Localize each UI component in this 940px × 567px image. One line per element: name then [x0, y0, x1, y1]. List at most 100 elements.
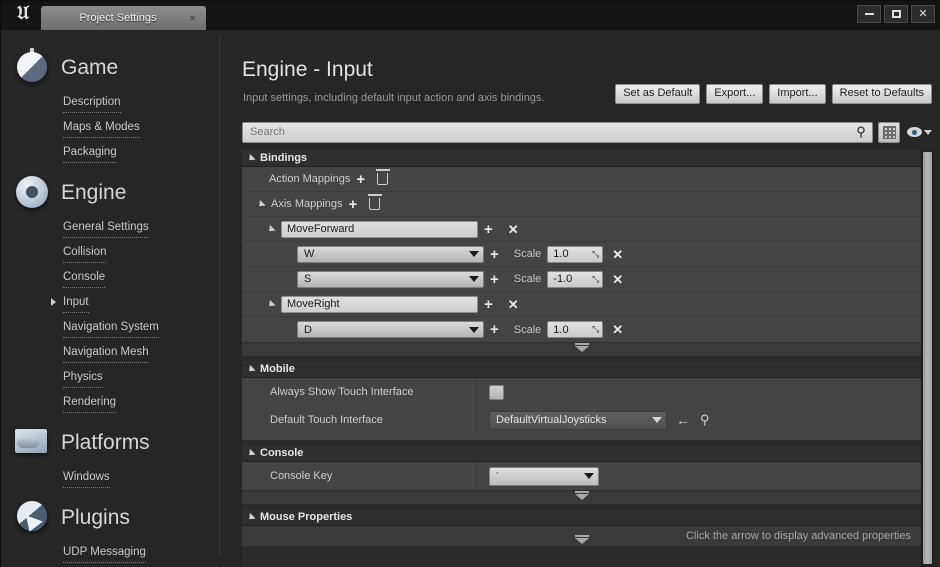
sidebar-item-udp-messaging[interactable]: UDP Messaging — [63, 543, 146, 563]
console-key-dropdown[interactable]: ` — [489, 467, 599, 486]
sidebar-item-navigation-system[interactable]: Navigation System — [63, 318, 159, 338]
section-header-mouse-properties[interactable]: Mouse Properties — [242, 509, 921, 526]
tab-close-icon[interactable]: × — [185, 12, 200, 24]
reset-to-defaults-button[interactable]: Reset to Defaults — [832, 84, 932, 104]
chevron-down-icon — [652, 417, 662, 423]
panel-scrollbar[interactable] — [921, 150, 934, 567]
section-title: Mobile — [260, 363, 295, 375]
console-advanced-strip[interactable] — [242, 490, 921, 504]
sidebar-category-plugins-header: Plugins — [1, 496, 219, 540]
axis-mappings-label: Axis Mappings — [271, 198, 343, 210]
scale-label: Scale — [514, 324, 542, 336]
sidebar-category-engine-items: General Settings Collision Console Input… — [1, 215, 219, 417]
sidebar-item-windows[interactable]: Windows — [63, 468, 110, 488]
delete-action-mappings-icon[interactable] — [377, 173, 388, 185]
expand-advanced-icon[interactable] — [575, 346, 589, 352]
sidebar-item-maps-modes[interactable]: Maps & Modes — [63, 118, 140, 138]
import-button[interactable]: Import... — [769, 84, 825, 104]
expand-arrow-icon — [246, 364, 255, 373]
key-dropdown[interactable]: S — [297, 271, 484, 288]
axis-name-input[interactable]: MoveRight — [281, 296, 478, 313]
section-header-bindings[interactable]: Bindings — [242, 150, 921, 167]
advanced-properties-note-row: Click the arrow to display advanced prop… — [242, 526, 921, 546]
maximize-button[interactable] — [884, 5, 908, 23]
remove-axis-mapping-button[interactable]: ✕ — [508, 223, 519, 236]
scale-input[interactable]: -1.0 ⤡ — [547, 271, 603, 288]
sidebar-item-navigation-mesh[interactable]: Navigation Mesh — [63, 343, 149, 363]
settings-sidebar: Game Description Maps & Modes Packaging … — [1, 30, 219, 567]
sidebar-item-input[interactable]: Input — [63, 293, 89, 313]
expand-advanced-icon[interactable] — [575, 494, 589, 500]
sidebar-category-platforms: Platforms Windows — [1, 421, 219, 492]
drag-handle-icon[interactable]: ⤡ — [592, 274, 599, 285]
axis-mapping-group: MoveForward + ✕ — [242, 217, 921, 242]
tab-project-settings[interactable]: Project Settings × — [41, 6, 206, 30]
console-key-value: ` — [496, 471, 584, 481]
remove-key-button[interactable]: ✕ — [612, 323, 623, 336]
sidebar-item-collision[interactable]: Collision — [63, 243, 106, 263]
key-dropdown[interactable]: D — [297, 321, 484, 338]
action-mappings-label: Action Mappings — [269, 173, 350, 185]
grid-view-button[interactable] — [878, 122, 900, 143]
maximize-icon — [892, 10, 901, 18]
expand-arrow-icon[interactable] — [266, 224, 275, 233]
expand-arrow-icon[interactable] — [256, 199, 265, 208]
remove-key-button[interactable]: ✕ — [612, 273, 623, 286]
delete-axis-mappings-icon[interactable] — [369, 198, 380, 210]
bindings-advanced-strip[interactable] — [242, 342, 921, 356]
drag-handle-icon[interactable]: ⤡ — [592, 249, 599, 260]
add-axis-mapping-button[interactable]: + — [349, 197, 358, 212]
use-selected-asset-icon[interactable]: ← — [676, 413, 690, 427]
add-key-button[interactable]: + — [490, 322, 499, 337]
scrollbar-thumb[interactable] — [923, 152, 932, 564]
axis-key-row: D + Scale 1.0 ⤡ ✕ — [242, 317, 921, 342]
add-key-button[interactable]: + — [490, 272, 499, 287]
add-key-button[interactable]: + — [490, 247, 499, 262]
section-header-console[interactable]: Console — [242, 445, 921, 462]
axis-name-input[interactable]: MoveForward — [281, 221, 478, 238]
visibility-icon — [907, 127, 922, 137]
sidebar-item-console[interactable]: Console — [63, 268, 105, 288]
section-title: Mouse Properties — [260, 511, 352, 523]
browse-asset-icon[interactable]: ⚲ — [700, 412, 710, 428]
key-dropdown[interactable]: W — [297, 246, 484, 263]
remove-key-button[interactable]: ✕ — [612, 248, 623, 261]
property-value — [476, 378, 921, 406]
minimize-button[interactable] — [857, 5, 881, 23]
set-as-default-button[interactable]: Set as Default — [615, 84, 700, 104]
sidebar-item-physics[interactable]: Physics — [63, 368, 103, 388]
drag-handle-icon[interactable]: ⤡ — [592, 324, 599, 335]
always-show-touch-interface-checkbox[interactable] — [489, 385, 504, 400]
sidebar-item-packaging[interactable]: Packaging — [63, 143, 117, 163]
add-axis-key-button[interactable]: + — [484, 297, 493, 312]
key-value: W — [304, 248, 469, 260]
expand-arrow-icon[interactable] — [266, 299, 275, 308]
sidebar-item-general-settings[interactable]: General Settings — [63, 218, 149, 238]
search-input[interactable] — [243, 123, 850, 142]
minimize-icon — [865, 13, 874, 15]
search-box[interactable]: ⚲ — [242, 122, 873, 143]
section-body-console: Console Key ` — [242, 462, 921, 504]
property-row-always-show-touch-interface: Always Show Touch Interface — [242, 378, 921, 406]
sidebar-item-rendering[interactable]: Rendering — [63, 393, 116, 413]
section-title: Console — [260, 447, 303, 459]
scale-label: Scale — [514, 248, 542, 260]
export-button[interactable]: Export... — [706, 84, 763, 104]
add-action-mapping-button[interactable]: + — [356, 172, 365, 187]
chevron-right-icon — [51, 298, 56, 306]
expand-advanced-icon[interactable] — [575, 538, 589, 544]
sidebar-item-description[interactable]: Description — [63, 93, 121, 113]
section-header-mobile[interactable]: Mobile — [242, 361, 921, 378]
remove-axis-mapping-button[interactable]: ✕ — [508, 298, 519, 311]
add-axis-key-button[interactable]: + — [484, 222, 493, 237]
stopwatch-icon — [13, 48, 53, 88]
expand-arrow-icon — [246, 512, 255, 521]
scale-input[interactable]: 1.0 ⤡ — [547, 321, 603, 338]
scale-input[interactable]: 1.0 ⤡ — [547, 246, 603, 263]
visibility-options-button[interactable] — [905, 127, 934, 137]
default-touch-interface-dropdown[interactable]: DefaultVirtualJoysticks — [489, 411, 667, 430]
sidebar-category-plugins: Plugins UDP Messaging — [1, 496, 219, 567]
section-body-mobile: Always Show Touch Interface Default Touc… — [242, 378, 921, 440]
sidebar-category-title: Platforms — [61, 431, 150, 455]
close-button[interactable]: ✕ — [911, 5, 935, 23]
